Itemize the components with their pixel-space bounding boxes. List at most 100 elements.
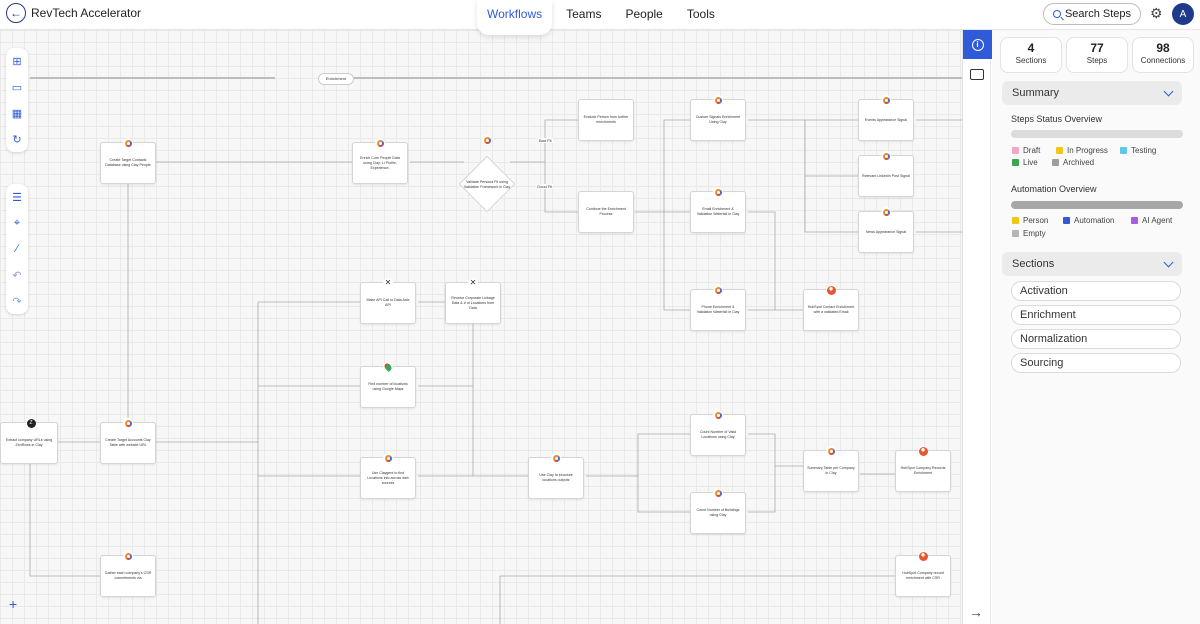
workflow-node[interactable]: ✕ Receive Corporate Linkage Data & # of … [445,278,501,324]
node-label: HubSpot Contact Enrichment with a valida… [807,305,855,314]
workflow-node[interactable]: Continue the Enrichment Process [578,191,634,233]
tab-tools[interactable]: Tools [677,0,725,30]
branch-label-good-fit: Good Fit [536,184,554,189]
swatch [1012,147,1019,154]
node-label: Enrich Core People Data using Clay: Li P… [360,155,400,170]
workflow-canvas[interactable]: Enrichment Create Target Contacts Databa… [0,30,962,624]
tab-workflows[interactable]: Workflows [477,0,553,35]
workflow-node[interactable]: Count Number of Buildings using Clay [690,488,746,534]
node-label: Receive Corporate Linkage Data & # of Lo… [451,295,495,310]
swatch [1063,217,1070,224]
swatch [1052,159,1059,166]
avatar[interactable]: A [1172,3,1194,25]
sections-title: Sections [1012,258,1055,270]
sections-accordion[interactable]: Sections [1002,252,1182,276]
workflow-node[interactable]: Gather each company's CSR commitments vi… [100,551,156,597]
fit-view-icon[interactable]: ⌖ [6,210,28,236]
workflow-node[interactable]: ✹ HubSpot Company Records Enrichment [895,446,951,492]
workflow-node[interactable]: Use Clay to structure locations outputs [528,453,584,499]
workflow-node[interactable]: News Appearance Signal [858,207,914,253]
workflow-node[interactable]: Z Extract company URLs using ZenRows in … [0,418,58,464]
clay-icon [827,447,835,455]
section-item-sourcing[interactable]: Sourcing [1011,353,1181,373]
canvas-toolbar-top: ⊞ ▭ ▦ ↻ [6,48,28,152]
section-item-enrichment[interactable]: Enrichment [1011,305,1181,325]
legend-label: Live [1023,158,1038,167]
legend-item: Archived [1052,158,1094,167]
hubspot-icon: ✹ [918,551,928,561]
legend-item: Live [1012,158,1038,167]
stat-label: Sections [1015,56,1047,65]
workflow-node[interactable]: Exclude Person from further enrichments [578,99,634,141]
swatch [1131,217,1138,224]
redo-icon[interactable]: ↷ [6,288,28,314]
list-icon[interactable]: ☰ [6,184,28,210]
swatch [1012,217,1019,224]
workflow-node[interactable]: Count Number of Valid Locations using Cl… [690,410,746,456]
section-item-normalization[interactable]: Normalization [1011,329,1181,349]
zoom-in-button[interactable]: + [9,596,17,612]
comment-icon[interactable] [970,69,984,80]
workflow-node[interactable]: Find number of locations using Google Ma… [360,362,416,408]
app-title: RevTech Accelerator [31,6,142,20]
clay-icon [714,489,722,497]
clay-icon [882,152,890,160]
workflow-node[interactable]: ✹ HubSpot Company record enrichment with… [895,551,951,597]
workflow-node[interactable]: Use Claygent to find Locations info acro… [360,453,416,499]
node-label: Find number of locations using Google Ma… [368,382,408,391]
legend-item: Testing [1120,146,1156,155]
arrow-right-icon[interactable]: → [969,604,983,620]
workflow-node[interactable]: Create Target Contacts Database using Cl… [100,138,156,184]
summary-accordion[interactable]: Summary [1002,81,1182,105]
workflow-node[interactable]: Events Appearance Signal [858,95,914,141]
search-icon [1052,10,1061,18]
folder-icon[interactable]: ▭ [6,74,28,100]
stat-steps: 77 Steps [1066,37,1128,73]
legend-label: Testing [1131,146,1157,155]
steps-status-bar [1011,130,1183,138]
workflow-node[interactable]: Enrich Core People Data using Clay: Li P… [352,138,408,184]
workflow-node[interactable]: Phone Enrichment & Validation Waterfall … [690,285,746,331]
workflow-node[interactable]: Create Target Accounts Clay Table with w… [100,418,156,464]
clay-icon [124,139,132,147]
search-steps-button[interactable]: Search Steps [1043,3,1141,25]
legend-item: Person [1012,216,1048,225]
workflow-node[interactable]: Email Enrichment & Validation Waterfall … [690,187,746,233]
workflow-node[interactable]: Summary Table per Company in Clay [803,446,859,492]
layout-icon[interactable]: ▦ [6,100,28,126]
stat-label: Steps [1086,56,1108,65]
node-label: Phone Enrichment & Validation Waterfall … [696,305,740,314]
link-icon[interactable]: ∕ [6,236,28,262]
workflow-node[interactable]: ✹ HubSpot Contact Enrichment with a vali… [803,285,859,331]
decision-label: Validate Persona Fit using Validation Fr… [463,180,511,189]
info-panel: 4 Sections 77 Steps 98 Connections Summa… [992,30,1200,624]
x-icon: ✕ [384,278,392,287]
node-label: Use Clay to structure locations outputs [539,473,573,482]
node-label: Custom Signals Enrichment Using Clay [695,115,741,124]
workflow-node[interactable]: Relevant LinkedIn Post Signal [858,151,914,197]
node-label: News Appearance Signal [865,229,907,234]
workflow-node[interactable]: Custom Signals Enrichment Using Clay [690,95,746,141]
stat-value: 77 [1090,41,1104,55]
node-label: Email Enrichment & Validation Waterfall … [696,207,740,216]
undo-icon[interactable]: ↶ [6,262,28,288]
top-bar: ← RevTech Accelerator Workflows Teams Pe… [0,0,1200,35]
legend-label: Archived [1063,158,1095,167]
search-steps-label: Search Steps [1064,8,1132,20]
node-label: HubSpot Company record enrichment with C… [902,571,944,580]
gear-icon[interactable]: ⚙ [1150,5,1163,22]
info-tab-button[interactable]: i [963,30,992,59]
node-label: Extract company URLs using ZenRows in Cl… [5,438,53,447]
tab-people[interactable]: People [615,0,672,30]
add-step-icon[interactable]: ⊞ [6,48,28,74]
section-chip-enrichment[interactable]: Enrichment [318,73,354,85]
tab-teams[interactable]: Teams [556,0,611,30]
swatch [1056,147,1063,154]
info-icon: i [971,38,984,51]
back-button[interactable]: ← [6,3,26,23]
refresh-icon[interactable]: ↻ [6,126,28,152]
workflow-node[interactable]: ✕ Make API Call to Data Axle API [360,278,416,324]
clay-icon [714,188,722,196]
section-item-activation[interactable]: Activation [1011,281,1181,301]
clay-icon [384,454,392,462]
